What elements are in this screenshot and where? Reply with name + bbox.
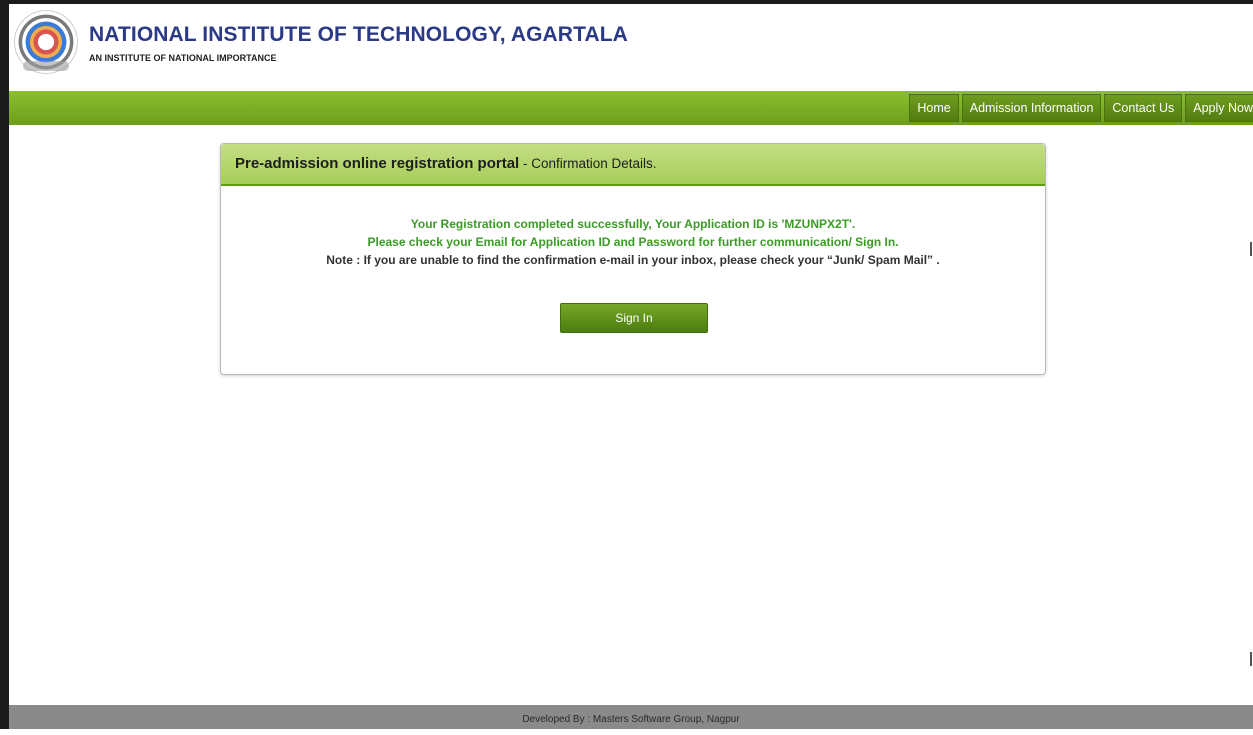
site-header: NATIONAL INSTITUTE OF TECHNOLOGY, AGARTA…: [9, 4, 1253, 91]
nav-item-apply-now[interactable]: Apply Now: [1185, 94, 1253, 122]
page: NATIONAL INSTITUTE OF TECHNOLOGY, AGARTA…: [9, 4, 1253, 729]
nav-menu: Home Admission Information Contact Us Ap…: [909, 94, 1253, 122]
panel-subtitle: - Confirmation Details.: [519, 156, 657, 171]
confirmation-message: Your Registration completed successfully…: [221, 215, 1045, 269]
site-footer: Developed By : Masters Software Group, N…: [9, 705, 1253, 729]
scrollbar-marker: [1250, 242, 1252, 256]
window-frame-left: [0, 0, 9, 729]
institute-name: NATIONAL INSTITUTE OF TECHNOLOGY, AGARTA…: [89, 23, 628, 46]
confirmation-panel: Pre-admission online registration portal…: [220, 143, 1046, 375]
institute-tagline: AN INSTITUTE OF NATIONAL IMPORTANCE: [89, 53, 277, 63]
junk-mail-note: Note : If you are unable to find the con…: [326, 253, 940, 267]
email-instruction: Please check your Email for Application …: [367, 235, 899, 249]
panel-title: Pre-admission online registration portal: [235, 155, 520, 172]
institute-seal-icon[interactable]: [14, 10, 78, 74]
nav-item-admission-information[interactable]: Admission Information: [961, 94, 1102, 122]
nav-item-contact-us[interactable]: Contact Us: [1104, 94, 1183, 122]
scrollbar-marker: [1250, 652, 1252, 666]
sign-in-button[interactable]: Sign In: [560, 303, 708, 333]
panel-header: Pre-admission online registration portal…: [221, 144, 1045, 186]
success-message: Your Registration completed successfully…: [410, 217, 856, 231]
nav-item-home[interactable]: Home: [909, 94, 959, 122]
main-nav-bar: Home Admission Information Contact Us Ap…: [9, 91, 1253, 125]
footer-credit: Developed By : Masters Software Group, N…: [522, 714, 740, 725]
